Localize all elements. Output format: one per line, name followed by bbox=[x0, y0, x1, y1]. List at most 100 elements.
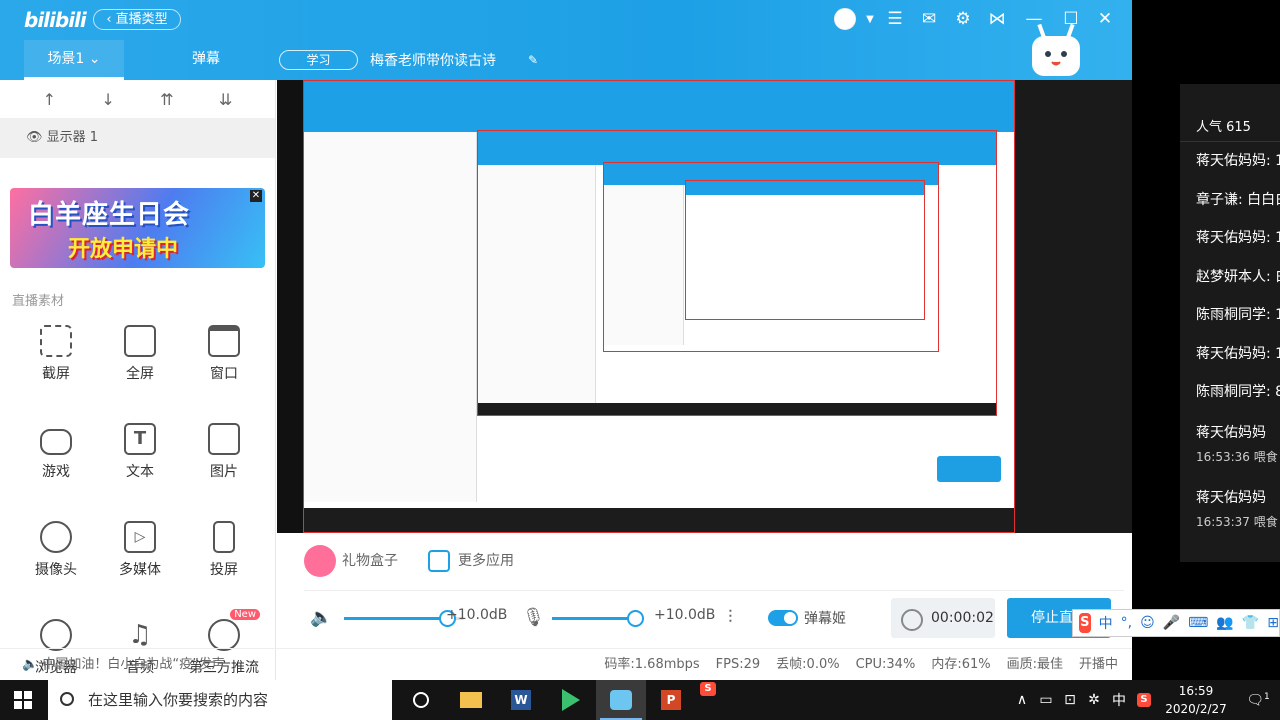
fps: FPS:29 bbox=[715, 657, 761, 672]
skin-icon[interactable]: 👕 bbox=[1242, 615, 1259, 631]
chat-message: 蒋天佑妈妈: 1 bbox=[1196, 153, 1280, 169]
gear-icon[interactable]: ⚙ bbox=[946, 8, 980, 30]
phone-icon bbox=[213, 521, 235, 553]
bilibili-logo: bilibili bbox=[24, 8, 87, 32]
audio-controls: 🔈 +10.0dB 🎙 +10.0dB ⫶ 弹幕姬 00:00:02 停止直播 bbox=[304, 590, 1124, 644]
move-top-icon[interactable]: ⇈ bbox=[160, 90, 173, 109]
promo-banner[interactable]: 白羊座生日会 开放申请中 ✕ bbox=[10, 188, 265, 268]
more-apps-label: 更多应用 bbox=[458, 553, 514, 569]
slogan[interactable]: 🔈 中国加油！白小白为战“疫”发声 bbox=[22, 649, 225, 680]
gift-message: 蒋天佑妈妈 16:53:36 喂食 bbox=[1180, 422, 1280, 465]
window-icon bbox=[208, 325, 240, 357]
search-placeholder: 在这里输入你要搜索的内容 bbox=[88, 691, 269, 709]
ime-toolbar[interactable]: S 中 °, ☺ 🎤 ⌨ 👥 👕 ⊞ bbox=[1072, 609, 1280, 637]
gamepad-icon bbox=[40, 429, 72, 455]
speaker-icon[interactable]: 🔈 bbox=[310, 607, 332, 628]
media-icon: ▷ bbox=[124, 521, 156, 553]
tool-text[interactable]: T 文本 bbox=[98, 423, 182, 481]
emoji-icon[interactable]: ☺ bbox=[1140, 615, 1155, 631]
taskbar-search[interactable]: 在这里输入你要搜索的内容 bbox=[48, 680, 392, 720]
danmuji-toggle[interactable] bbox=[768, 610, 798, 626]
preview-stop-button bbox=[937, 456, 1001, 482]
task-view-icon[interactable] bbox=[396, 680, 446, 720]
chat-message: 赵梦妍本人: 白 bbox=[1196, 268, 1280, 285]
grid-icon[interactable]: ⊞ bbox=[1267, 615, 1279, 631]
settings-tray-icon[interactable]: ✲ bbox=[1082, 692, 1106, 708]
source-item-display[interactable]: 👁 显示器 1 bbox=[0, 118, 275, 158]
live-type-button[interactable]: ‹ 直播类型 bbox=[93, 9, 181, 30]
close-icon[interactable]: ✕ bbox=[1088, 8, 1122, 30]
keyboard-icon[interactable]: ⌨ bbox=[1188, 615, 1208, 631]
gift-box-button[interactable]: 礼物盒子 bbox=[304, 545, 398, 577]
slogan-text: 中国加油！白小白为战“疫”发声 bbox=[42, 657, 225, 672]
notification-icon[interactable]: 🗨1 bbox=[1236, 692, 1280, 709]
ime-tray[interactable]: 中 bbox=[1106, 690, 1132, 710]
tool-window[interactable]: 窗口 bbox=[182, 325, 266, 383]
chat-message: 陈雨桐同学: 1 bbox=[1196, 307, 1280, 323]
tool-image[interactable]: 图片 bbox=[182, 423, 266, 481]
tool-webcam[interactable]: 摄像头 bbox=[14, 521, 98, 579]
mic-slider[interactable] bbox=[552, 610, 644, 627]
new-badge: New bbox=[230, 609, 260, 620]
sogou-tray-icon[interactable]: S bbox=[700, 682, 716, 696]
bilibili-live-taskbar-icon[interactable] bbox=[596, 680, 646, 720]
tab-danmu[interactable]: 弹幕 bbox=[176, 40, 236, 78]
category-badge[interactable]: 学习 bbox=[279, 50, 358, 70]
windows-start-icon[interactable] bbox=[14, 691, 32, 709]
share-icon[interactable]: ⋈ bbox=[980, 8, 1014, 30]
tool-media[interactable]: ▷ 多媒体 bbox=[98, 521, 182, 579]
cpu-usage: CPU:34% bbox=[855, 657, 916, 672]
gift-icon bbox=[304, 545, 336, 577]
tool-label: 多媒体 bbox=[119, 562, 161, 578]
sogou-icon[interactable]: S bbox=[1132, 693, 1156, 707]
live-preview[interactable] bbox=[277, 80, 1132, 533]
tool-label: 游戏 bbox=[42, 464, 70, 480]
mic-db: +10.0dB bbox=[654, 607, 716, 623]
gift-row: 礼物盒子 更多应用 bbox=[304, 545, 514, 577]
monitor-icon bbox=[124, 325, 156, 357]
powerpoint-icon[interactable]: P bbox=[646, 680, 696, 720]
search-icon bbox=[60, 692, 74, 706]
move-down-icon[interactable]: ↓ bbox=[101, 90, 114, 109]
close-icon[interactable]: ✕ bbox=[250, 190, 262, 202]
tab-scene[interactable]: 场景1 ⌄ bbox=[24, 40, 124, 80]
battery-icon[interactable]: ▭ bbox=[1034, 692, 1058, 708]
chevron-down-icon[interactable]: ▼ bbox=[862, 8, 878, 30]
edit-icon[interactable]: ✎ bbox=[528, 53, 538, 67]
planet-icon bbox=[40, 619, 72, 651]
system-tray: S ∧ ▭ ⊡ ✲ 中 S 16:59 2020/2/27 🗨1 bbox=[700, 680, 1280, 720]
speaker-db: +10.0dB bbox=[446, 607, 508, 623]
clock[interactable]: 16:59 2020/2/27 bbox=[1156, 682, 1236, 718]
stream-stats: 码率:1.68mbps FPS:29 丢帧:0.0% CPU:34% 内存:61… bbox=[604, 649, 1118, 680]
media-player-icon[interactable] bbox=[546, 680, 596, 720]
voice-icon[interactable]: 🎤 bbox=[1163, 615, 1180, 631]
tool-game[interactable]: 游戏 bbox=[14, 423, 98, 481]
tool-cast[interactable]: 投屏 bbox=[182, 521, 266, 579]
ime-mode[interactable]: 中 bbox=[1099, 613, 1113, 633]
chat-message: 陈雨桐同学: 8 bbox=[1196, 384, 1280, 400]
crop-icon bbox=[40, 325, 72, 357]
chat-message: 章子谦: 白白白 bbox=[1196, 191, 1280, 208]
network-icon[interactable]: ⊡ bbox=[1058, 692, 1082, 708]
live-type-label: 直播类型 bbox=[115, 12, 168, 27]
more-apps-button[interactable]: 更多应用 bbox=[428, 550, 514, 572]
tool-screenshot[interactable]: 截屏 bbox=[14, 325, 98, 383]
mic-icon[interactable]: 🎙 bbox=[522, 607, 545, 628]
file-explorer-icon[interactable] bbox=[446, 680, 496, 720]
bitrate: 码率:1.68mbps bbox=[604, 657, 700, 672]
mail-icon[interactable]: ✉ bbox=[912, 8, 946, 30]
user-icon[interactable]: 👥 bbox=[1216, 615, 1233, 631]
tool-label: 文本 bbox=[126, 464, 154, 480]
punctuation-icon[interactable]: °, bbox=[1121, 615, 1132, 631]
status-bar: 🔈 中国加油！白小白为战“疫”发声 码率:1.68mbps FPS:29 丢帧:… bbox=[0, 648, 1132, 680]
move-bottom-icon[interactable]: ⇊ bbox=[219, 90, 232, 109]
tool-fullscreen[interactable]: 全屏 bbox=[98, 325, 182, 383]
mixer-icon[interactable]: ⫶ bbox=[728, 607, 733, 628]
menu-icon[interactable]: ☰ bbox=[878, 8, 912, 30]
popularity: 人气 615 bbox=[1180, 84, 1280, 142]
chevron-up-icon[interactable]: ∧ bbox=[1010, 692, 1034, 708]
preview-recursive-4 bbox=[685, 180, 925, 320]
move-up-icon[interactable]: ↑ bbox=[43, 90, 56, 109]
word-icon[interactable]: W bbox=[496, 680, 546, 720]
avatar[interactable] bbox=[828, 8, 862, 30]
